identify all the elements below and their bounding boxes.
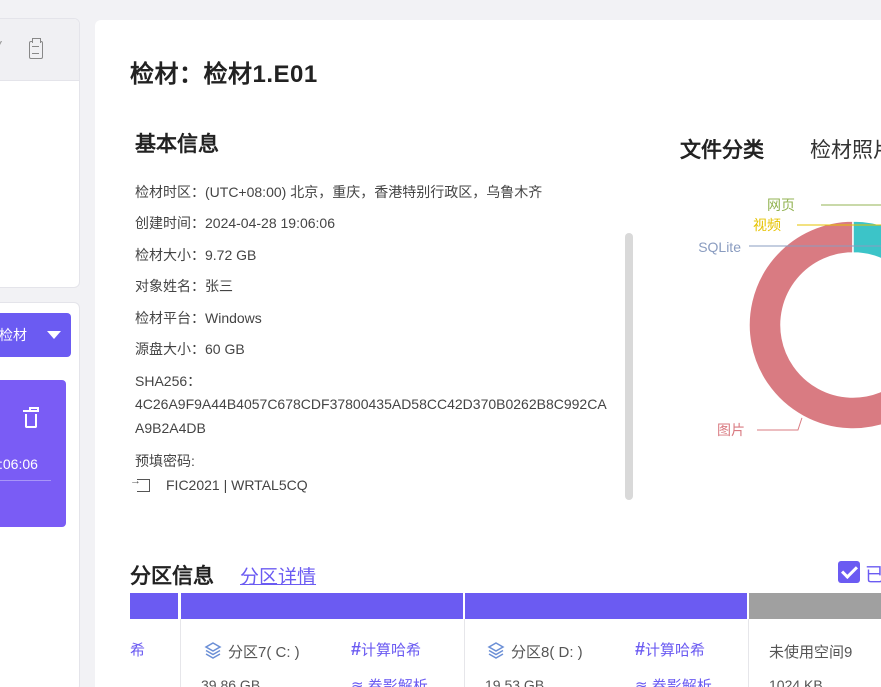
hash-icon: # [351, 639, 362, 659]
evidence-list-panel: 检材 :06:06 [0, 302, 80, 687]
partition-cell: 分区7( C: ) #计算哈希 39.86 GB ≋ 卷影解析 [180, 619, 464, 687]
shadow-copy-button[interactable]: ≋ 卷影解析 [351, 675, 428, 687]
checkbox-label: 已 [865, 565, 881, 586]
edit-icon[interactable]: ╱ [0, 41, 1, 58]
left-top-panel: ╱ [0, 18, 80, 288]
info-disk-size: 源盘大小：60 GB [135, 341, 245, 357]
partition-name: 分区7( C: ) [228, 644, 300, 661]
pie-slice-4[interactable] [852, 220, 881, 262]
hash-icon: # [635, 639, 646, 659]
compute-hash-button[interactable]: #计算哈希 [351, 639, 421, 660]
partition-details-link[interactable]: 分区详情 [240, 562, 316, 589]
info-sha256-label: SHA256： [135, 373, 202, 389]
partition-cell-unused: 未使用空间9 1024 KB [748, 619, 881, 687]
compute-hash-label: 计算哈希 [645, 642, 706, 659]
checkbox[interactable] [838, 561, 860, 583]
left-toolbar: ╱ [0, 19, 79, 81]
partition-header-bar [181, 593, 463, 619]
compute-hash-label: 计算哈希 [361, 642, 422, 659]
partition-header-bar [465, 593, 747, 619]
partition-size: 39.86 GB [201, 677, 261, 687]
pie-label-2: SQLite [698, 239, 741, 255]
shadow-copy-label: 卷影解析 [367, 678, 428, 687]
shadow-copy-button[interactable]: ≋ 卷影解析 [635, 675, 712, 687]
scrollbar[interactable] [625, 233, 633, 500]
basic-info-heading: 基本信息 [135, 133, 219, 156]
password-label: 预填密码: [135, 453, 195, 469]
info-platform: 检材平台：Windows [135, 310, 262, 326]
partition-name: 未使用空间9 [769, 644, 853, 661]
pie-label-1: 视频 [753, 217, 781, 233]
evidence-select[interactable]: 检材 [0, 313, 71, 357]
partition-size: 1024 KB [769, 677, 823, 687]
compute-hash-button[interactable]: 希 [130, 639, 145, 660]
partition-heading: 分区信息 [130, 565, 214, 588]
pie-leader-3 [757, 417, 803, 431]
partition-cell: 希 [95, 619, 180, 687]
info-sha256-value: 4C26A9F9A44B4057C678CDF37800435AD58CC42D… [135, 396, 607, 436]
info-evidence-size: 检材大小：9.72 GB [135, 247, 257, 263]
clipboard-icon[interactable] [29, 38, 43, 59]
evidence-card-time: :06:06 [0, 456, 38, 472]
layers-icon [487, 642, 505, 659]
main-panel: 检材：检材1.E01 基本信息 检材时区：(UTC+08:00) 北京，重庆，香… [95, 20, 881, 687]
partition-header-bar [130, 593, 178, 619]
partition-size: 19.53 GB [485, 677, 545, 687]
compute-hash-button[interactable]: #计算哈希 [635, 639, 705, 660]
trash-icon[interactable] [23, 407, 39, 428]
info-subject-name: 对象姓名：张三 [135, 278, 233, 294]
info-timezone: 检材时区：(UTC+08:00) 北京，重庆，香港特别行政区，乌鲁木齐 [135, 184, 543, 200]
evidence-select-label: 检材 [0, 327, 27, 343]
layers-icon: ≋ [351, 678, 364, 687]
file-category-chart: 网页视频 SQLite 图片 [698, 197, 881, 438]
tab-evidence-photo[interactable]: 检材照片 [810, 134, 881, 164]
partition-cell: 分区8( D: ) #计算哈希 19.53 GB ≋ 卷影解析 [464, 619, 748, 687]
password-value: FIC2021 | WRTAL5CQ [166, 477, 308, 493]
tab-file-category[interactable]: 文件分类 [680, 134, 764, 164]
pie-label-3: 图片 [717, 422, 745, 438]
shadow-copy-label: 卷影解析 [651, 678, 712, 687]
layers-icon [204, 642, 222, 659]
info-created-time: 创建时间：2024-04-28 19:06:06 [135, 215, 335, 231]
pie-label-0: 网页 [767, 197, 795, 213]
partition-name: 分区8( D: ) [511, 644, 583, 661]
evidence-card[interactable]: :06:06 [0, 380, 66, 527]
caret-down-icon [47, 331, 61, 339]
partition-header-bar-unused [749, 593, 881, 619]
login-icon[interactable] [130, 475, 150, 492]
layers-icon: ≋ [635, 678, 648, 687]
page-title: 检材：检材1.E01 [130, 61, 318, 88]
divider [0, 480, 51, 481]
